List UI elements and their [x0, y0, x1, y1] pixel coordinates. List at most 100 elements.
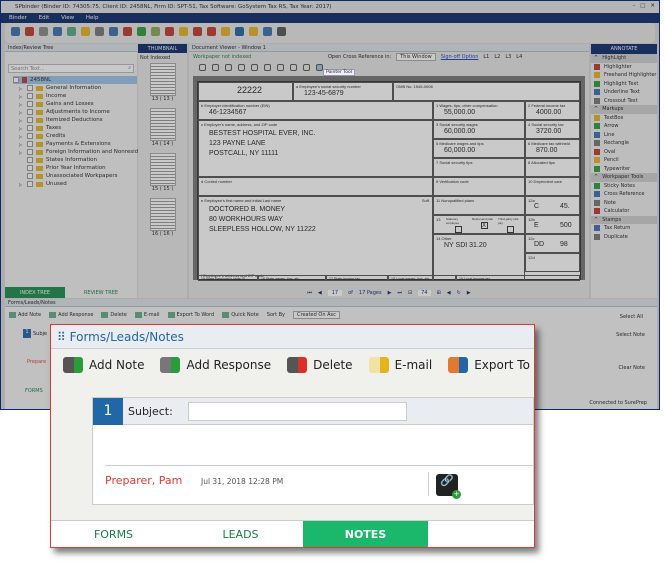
- annotate-tool[interactable]: Tax Return: [591, 224, 657, 233]
- pointer-tool-icon[interactable]: [316, 64, 323, 71]
- thumbnail-filter[interactable]: Not Indexed: [138, 53, 187, 63]
- expand-icon[interactable]: ▷: [19, 86, 24, 91]
- tree-item[interactable]: ▷ Payments & Extensions: [5, 140, 137, 148]
- tree-item[interactable]: ▷ Unused: [5, 180, 137, 188]
- prev-page-icon[interactable]: ◀: [318, 290, 322, 296]
- close-button[interactable]: ✕: [650, 3, 655, 9]
- next-page-icon[interactable]: ▶: [388, 290, 392, 296]
- annotate-tool[interactable]: Highlighter: [591, 63, 657, 72]
- checkbox[interactable]: [27, 181, 33, 187]
- expand-icon[interactable]: ▷: [19, 142, 24, 147]
- zoom-select[interactable]: 74: [418, 290, 431, 296]
- forward-icon[interactable]: ▶: [467, 290, 471, 296]
- annotate-section[interactable]: ^ Stamps: [591, 215, 657, 224]
- tab-leads[interactable]: LEADS: [178, 521, 303, 547]
- hand-icon[interactable]: [277, 64, 284, 71]
- tree-item[interactable]: ▷ Income: [5, 92, 137, 100]
- tree-item[interactable]: Prior Year Information: [5, 164, 137, 172]
- refresh-icon[interactable]: ↻: [457, 290, 461, 296]
- tree-item[interactable]: ▷ Credits: [5, 132, 137, 140]
- tab-thumbnail[interactable]: THUMBNAIL: [138, 44, 187, 53]
- annotate-tool[interactable]: Calculator: [591, 207, 657, 216]
- annotate-tool[interactable]: Duplicate: [591, 233, 657, 242]
- notes-toolbar-button[interactable]: Quick Note: [222, 312, 259, 318]
- search-input[interactable]: Search Text... ⌕: [8, 64, 134, 73]
- thumbnail[interactable]: 16 ( 16 ): [138, 198, 187, 237]
- email-button[interactable]: E-mail: [368, 357, 432, 373]
- toolbar-tool-icon[interactable]: [81, 27, 90, 36]
- level-l3[interactable]: L3: [505, 54, 511, 60]
- rotate-ccw-icon[interactable]: [264, 64, 271, 71]
- tree-item[interactable]: States Information: [5, 156, 137, 164]
- toolbar-tool-icon[interactable]: [109, 27, 118, 36]
- checkbox[interactable]: [27, 165, 33, 171]
- thumbnail[interactable]: 14 ( 14 ): [138, 108, 187, 147]
- rotate-icon[interactable]: [238, 64, 245, 71]
- checkbox[interactable]: [27, 149, 33, 155]
- tab-review-tree[interactable]: REVIEW TREE: [65, 287, 137, 298]
- expand-icon[interactable]: ▷: [19, 110, 24, 115]
- checkbox[interactable]: [27, 85, 33, 91]
- annotate-tool[interactable]: TextBox: [591, 114, 657, 123]
- signoff-link[interactable]: Sign-off Option: [441, 54, 479, 60]
- annotate-tool[interactable]: Crossout Text: [591, 97, 657, 106]
- toolbar-tool-icon[interactable]: [25, 27, 34, 36]
- toolbar-tool-icon[interactable]: [11, 27, 20, 36]
- add-note-button[interactable]: Add Note: [63, 357, 144, 373]
- menu-help[interactable]: Help: [86, 15, 99, 21]
- page-input[interactable]: 17: [327, 290, 343, 296]
- checkbox[interactable]: [27, 109, 33, 115]
- annotate-section[interactable]: ^ Workpaper Tools: [591, 173, 657, 182]
- level-l4[interactable]: L4: [516, 54, 522, 60]
- last-page-icon[interactable]: ⏭: [397, 290, 402, 296]
- search-icon[interactable]: ⌕: [128, 65, 131, 71]
- toolbar-tool-icon[interactable]: [53, 27, 62, 36]
- collapse-icon[interactable]: ^: [594, 106, 598, 112]
- expand-icon[interactable]: ▷: [19, 182, 24, 187]
- tab-index-tree[interactable]: INDEX TREE: [5, 287, 65, 298]
- toolbar-tool-icon[interactable]: [123, 27, 132, 36]
- tree-item[interactable]: ▷ Taxes: [5, 124, 137, 132]
- annotate-tool[interactable]: Underline Text: [591, 88, 657, 97]
- expand-icon[interactable]: ▷: [19, 94, 24, 99]
- checkbox[interactable]: [13, 77, 19, 83]
- tree-item[interactable]: Unassociated Workpapers: [5, 172, 137, 180]
- annotate-tool[interactable]: Line: [591, 131, 657, 140]
- checkbox[interactable]: [27, 133, 33, 139]
- tree-item[interactable]: ▷ Itemized Deductions: [5, 116, 137, 124]
- annotate-tool[interactable]: Sticky Notes: [591, 182, 657, 191]
- link-add-icon[interactable]: 🔗 +: [436, 474, 461, 499]
- toolbar-tool-icon[interactable]: [165, 27, 174, 36]
- zoom-in-button[interactable]: ⊞: [437, 290, 441, 296]
- annotate-tool[interactable]: Typewriter: [591, 165, 657, 174]
- annotate-tool[interactable]: Arrow: [591, 122, 657, 131]
- rotate-cw-icon[interactable]: [251, 64, 258, 71]
- delete-button[interactable]: Delete: [287, 357, 353, 373]
- tree-item[interactable]: ▷ Adjustments to Income: [5, 108, 137, 116]
- toolbar-tool-icon[interactable]: [151, 27, 160, 36]
- annotate-tool[interactable]: Freehand Highlighter: [591, 71, 657, 80]
- toolbar-tool-icon[interactable]: [263, 27, 272, 36]
- thumbnail[interactable]: 15 ( 15 ): [138, 153, 187, 192]
- checkbox[interactable]: [27, 101, 33, 107]
- level-l2[interactable]: L2: [494, 54, 500, 60]
- notes-toolbar-button[interactable]: Delete: [101, 312, 127, 318]
- back-icon[interactable]: ◀: [447, 290, 451, 296]
- subject-input[interactable]: [188, 401, 407, 421]
- notes-toolbar-button[interactable]: Export To Word: [167, 312, 214, 318]
- expand-icon[interactable]: ▷: [19, 126, 24, 131]
- checkbox[interactable]: [27, 157, 33, 163]
- expand-icon[interactable]: ▷: [19, 118, 24, 123]
- menu-edit[interactable]: Edit: [39, 15, 50, 21]
- first-page-icon[interactable]: ⏮: [307, 290, 312, 296]
- toolbar-tool-icon[interactable]: [277, 27, 286, 36]
- pan-icon[interactable]: [212, 64, 219, 71]
- menu-view[interactable]: View: [61, 15, 74, 21]
- tab-forms[interactable]: FORMS: [51, 521, 176, 547]
- menu-binder[interactable]: Binder: [9, 15, 27, 21]
- tab-notes[interactable]: NOTES: [303, 521, 428, 547]
- toolbar-tool-icon[interactable]: [137, 27, 146, 36]
- toolbar-tool-icon[interactable]: [207, 27, 216, 36]
- drag-handle-icon[interactable]: ⠿: [57, 330, 66, 344]
- expand-icon[interactable]: ▷: [19, 134, 24, 139]
